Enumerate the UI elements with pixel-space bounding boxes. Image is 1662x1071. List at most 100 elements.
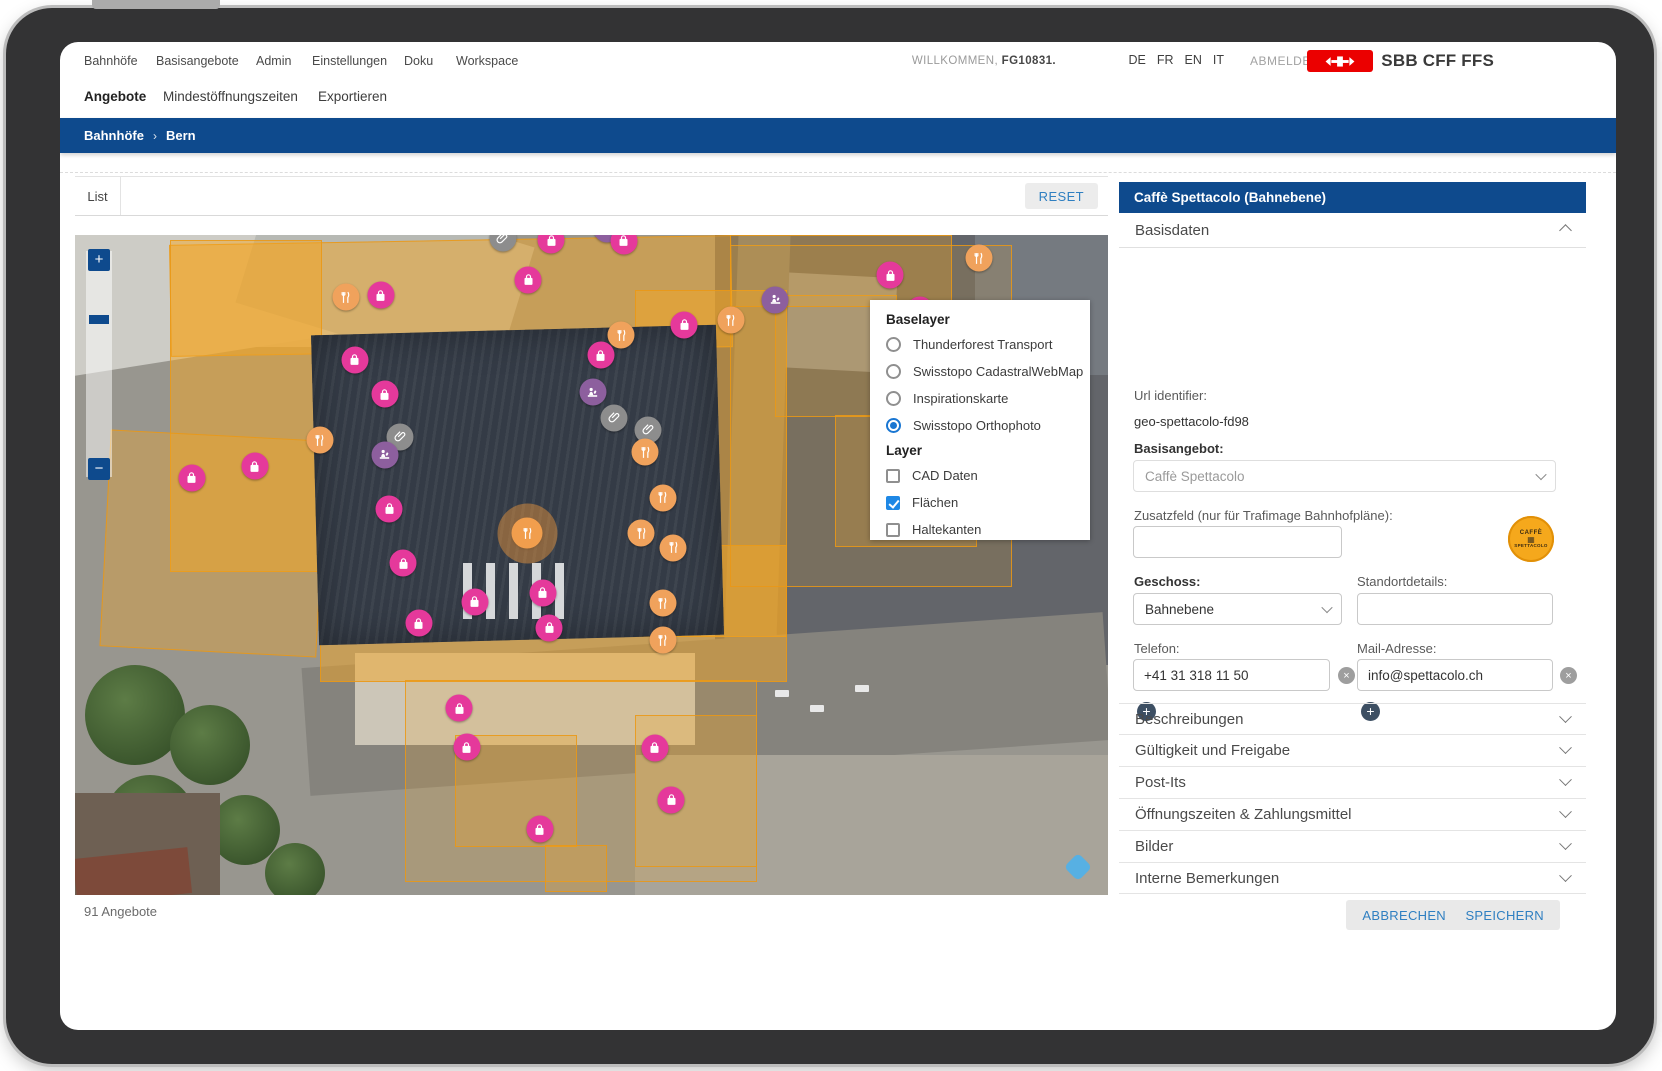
map-marker-restaurant[interactable] [306, 427, 333, 454]
caffe-spettacolo-logo: CAFFÈ ▦ SPETTACOLO [1508, 516, 1554, 562]
map-marker-restaurant[interactable] [649, 484, 676, 511]
map-marker-shop[interactable] [241, 453, 268, 480]
map-marker-restaurant[interactable] [660, 534, 687, 561]
map-marker-restaurant[interactable] [332, 284, 359, 311]
map-marker-attachment[interactable] [601, 404, 628, 431]
map-marker-shop[interactable] [641, 734, 668, 761]
cancel-button[interactable]: ABBRECHEN [1346, 900, 1462, 930]
nav-item-bahnhoefe[interactable]: Bahnhöfe [84, 54, 138, 68]
map-marker-shop[interactable] [367, 282, 394, 309]
baselayer-option-cadastral[interactable]: Swisstopo CadastralWebMap [886, 358, 1090, 385]
map-marker-restaurant-selected[interactable] [512, 518, 543, 549]
zoom-slider-track[interactable] [86, 251, 112, 477]
clear-telefon-button[interactable]: × [1338, 667, 1355, 684]
map-marker-restaurant[interactable] [649, 590, 676, 617]
lang-en[interactable]: EN [1185, 53, 1202, 67]
map-marker-restaurant[interactable] [649, 627, 676, 654]
accordion-gueltigkeit[interactable]: Gültigkeit und Freigabe [1119, 735, 1586, 767]
accordion-interne-bemerkungen[interactable]: Interne Bemerkungen [1119, 863, 1586, 893]
map-marker-shop[interactable] [526, 816, 553, 843]
baselayer-option-thunderforest[interactable]: Thunderforest Transport [886, 331, 1090, 358]
map-marker-service[interactable] [762, 286, 789, 313]
map-marker-shop[interactable] [538, 235, 565, 254]
checkbox-icon[interactable] [886, 469, 900, 483]
map-toolbar: List RESET [75, 176, 1108, 216]
map-marker-shop[interactable] [529, 579, 556, 606]
nav-item-workspace[interactable]: Workspace [456, 54, 518, 68]
save-button[interactable]: SPEICHERN [1449, 900, 1560, 930]
zoom-in-button[interactable]: + [88, 249, 110, 271]
map-marker-shop[interactable] [906, 297, 933, 324]
map-marker-restaurant[interactable] [717, 307, 744, 334]
lang-fr[interactable]: FR [1157, 53, 1174, 67]
map-marker-service[interactable] [579, 379, 606, 406]
map-marker-shop[interactable] [658, 786, 685, 813]
map-tree [265, 843, 325, 895]
accordion-beschreibungen[interactable]: Beschreibungen [1119, 703, 1586, 735]
url-identifier-value: geo-spettacolo-fd98 [1134, 414, 1249, 429]
map-marker-restaurant[interactable] [608, 322, 635, 349]
checkbox-icon[interactable] [886, 523, 900, 537]
layer-option-cad-daten[interactable]: CAD Daten [886, 462, 1090, 489]
reset-button[interactable]: RESET [1025, 183, 1098, 209]
map-marker-shop[interactable] [515, 266, 542, 293]
tab-angebote[interactable]: Angebote [84, 89, 146, 104]
map-marker-restaurant[interactable] [965, 245, 992, 272]
map-marker-service[interactable] [371, 441, 398, 468]
baselayer-option-orthophoto[interactable]: Swisstopo Orthophoto [886, 412, 1090, 439]
geschoss-select[interactable]: Bahnebene [1133, 593, 1342, 625]
map-crosswalk [504, 699, 616, 741]
tab-mindestoeffnungszeiten[interactable]: Mindestöffnungszeiten [163, 89, 298, 104]
map-marker-shop[interactable] [453, 734, 480, 761]
accordion-oeffnungszeiten[interactable]: Öffnungszeiten & Zahlungsmittel [1119, 799, 1586, 831]
map-marker-shop[interactable] [461, 588, 488, 615]
zoom-out-button[interactable]: − [88, 458, 110, 480]
map-marker-shop[interactable] [405, 610, 432, 637]
map-marker-shop[interactable] [390, 550, 417, 577]
map-marker-shop[interactable] [341, 346, 368, 373]
telefon-input[interactable] [1133, 659, 1330, 691]
basisangebot-select[interactable]: Caffè Spettacolo [1133, 460, 1556, 492]
map-marker-shop[interactable] [671, 311, 698, 338]
geschoss-label: Geschoss: [1134, 574, 1200, 589]
breadcrumb-root[interactable]: Bahnhöfe [84, 128, 144, 143]
accordion-basisdaten[interactable]: Basisdaten [1119, 213, 1586, 248]
map-marker-shop[interactable] [446, 695, 473, 722]
nav-item-basisangebote[interactable]: Basisangebote [156, 54, 239, 68]
map-marker-attachment[interactable] [489, 235, 516, 252]
map-marker-shop[interactable] [877, 262, 904, 289]
lang-it[interactable]: IT [1213, 53, 1224, 67]
map-marker-restaurant[interactable] [628, 520, 655, 547]
radio-icon[interactable] [886, 418, 901, 433]
radio-icon[interactable] [886, 337, 901, 352]
baselayer-option-inspirationskarte[interactable]: Inspirationskarte [886, 385, 1090, 412]
map-marker-shop[interactable] [536, 614, 563, 641]
clear-mail-button[interactable]: × [1560, 667, 1577, 684]
radio-icon[interactable] [886, 391, 901, 406]
layer-option-haltekanten[interactable]: Haltekanten [886, 516, 1090, 543]
mail-input[interactable] [1357, 659, 1553, 691]
radio-icon[interactable] [886, 364, 901, 379]
map-canvas[interactable]: + − Baselayer Thunderforest Transport Sw… [75, 235, 1108, 895]
map-marker-shop[interactable] [376, 495, 403, 522]
map-marker-shop[interactable] [178, 464, 205, 491]
nav-item-einstellungen[interactable]: Einstellungen [312, 54, 387, 68]
map-marker-shop[interactable] [610, 235, 637, 254]
zoom-slider-handle[interactable] [89, 315, 109, 324]
accordion-post-its[interactable]: Post-Its [1119, 767, 1586, 799]
map-marker-shop[interactable] [371, 381, 398, 408]
lang-de[interactable]: DE [1128, 53, 1145, 67]
zusatzfeld-label: Zusatzfeld (nur für Trafimage Bahnhofplä… [1134, 508, 1393, 523]
accordion-bilder[interactable]: Bilder [1119, 831, 1586, 863]
tab-exportieren[interactable]: Exportieren [318, 89, 387, 104]
zusatzfeld-input[interactable] [1133, 526, 1342, 558]
checkbox-icon[interactable] [886, 496, 900, 510]
standortdetails-input[interactable] [1357, 593, 1553, 625]
nav-item-doku[interactable]: Doku [404, 54, 433, 68]
map-roof [773, 272, 898, 373]
list-tab[interactable]: List [75, 177, 121, 215]
map-marker-restaurant[interactable] [632, 439, 659, 466]
map-marker-shop[interactable] [587, 342, 614, 369]
layer-option-flaechen[interactable]: Flächen [886, 489, 1090, 516]
nav-item-admin[interactable]: Admin [256, 54, 291, 68]
